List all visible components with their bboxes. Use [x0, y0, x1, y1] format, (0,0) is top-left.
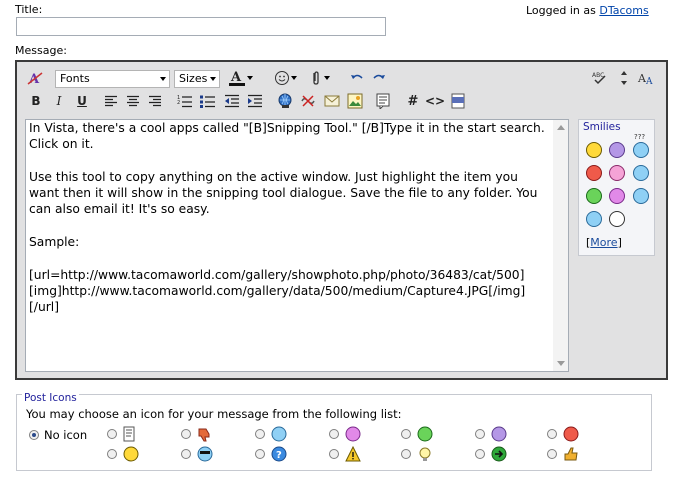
- smile-icon[interactable]: [586, 142, 602, 158]
- wrap-html-button[interactable]: <>: [425, 91, 445, 111]
- post-icon-smile-blue-icon: [271, 426, 287, 442]
- unordered-list-icon[interactable]: [198, 91, 218, 111]
- svg-text:A: A: [230, 70, 242, 85]
- quote-icon[interactable]: [373, 91, 393, 111]
- mad-icon[interactable]: [586, 165, 602, 181]
- post-icon-radio[interactable]: [401, 429, 411, 439]
- attachment-dropdown-icon[interactable]: [322, 68, 332, 88]
- outdent-icon[interactable]: [222, 91, 242, 111]
- post-icon-warning-icon: [345, 446, 361, 462]
- ordered-list-icon[interactable]: 12: [175, 91, 195, 111]
- message-text: In Vista, there's a cool apps called "[B…: [29, 121, 545, 315]
- post-icon-frown-icon: [491, 426, 507, 442]
- post-icon-thumbs-up-icon: [564, 447, 578, 461]
- message-editor: A Fonts Sizes A ABC AA B I U: [15, 60, 668, 380]
- smilie-dropdown-icon[interactable]: [289, 68, 299, 88]
- post-icon-radio[interactable]: [107, 429, 117, 439]
- align-left-icon[interactable]: [101, 91, 121, 111]
- post-icon-radio-none[interactable]: [29, 430, 39, 440]
- insert-email-icon[interactable]: [322, 91, 342, 111]
- align-center-icon[interactable]: [123, 91, 143, 111]
- post-icon-question-icon: ?: [271, 446, 287, 462]
- post-icon-lightbulb-icon: [419, 447, 431, 461]
- svg-text:A: A: [645, 77, 653, 86]
- cool-icon[interactable]: [633, 165, 649, 181]
- question-marks: ???: [634, 133, 646, 141]
- post-icon-smile-icon: [123, 446, 139, 462]
- logged-in-prefix: Logged in as: [526, 4, 596, 17]
- post-icon-radio[interactable]: [475, 429, 485, 439]
- post-icon-radio[interactable]: [181, 429, 191, 439]
- svg-text:?: ?: [276, 450, 282, 461]
- text-color-dropdown-icon[interactable]: [245, 68, 255, 88]
- indent-icon[interactable]: [245, 91, 265, 111]
- spellcheck-icon[interactable]: ABC: [590, 68, 610, 88]
- redo-icon[interactable]: [369, 68, 389, 88]
- remove-link-icon[interactable]: [298, 91, 318, 111]
- more-bracket-close: ]: [617, 236, 622, 249]
- text-color-icon[interactable]: A: [227, 68, 247, 88]
- remove-format-icon[interactable]: A: [25, 68, 45, 88]
- post-icon-radio[interactable]: [329, 449, 339, 459]
- size-select[interactable]: Sizes: [174, 70, 220, 88]
- post-icon-radio[interactable]: [255, 429, 265, 439]
- message-textarea[interactable]: In Vista, there's a cool apps called "[B…: [25, 119, 569, 372]
- sunglasses-icon[interactable]: [586, 211, 602, 227]
- resize-editor-icon[interactable]: [614, 68, 634, 88]
- title-input[interactable]: [16, 17, 386, 36]
- post-icons-description: You may choose an icon for your message …: [26, 407, 402, 421]
- post-icon-thumbs-down-icon: [198, 428, 210, 442]
- embarrassed-icon[interactable]: [609, 165, 625, 181]
- post-icon-radio[interactable]: [329, 429, 339, 439]
- scroll-down-icon[interactable]: [557, 361, 565, 366]
- svg-text:2: 2: [177, 100, 180, 106]
- post-icon-radio[interactable]: [181, 449, 191, 459]
- insert-link-icon[interactable]: [275, 91, 295, 111]
- wrap-code-button[interactable]: #: [403, 91, 423, 111]
- grin-icon[interactable]: [586, 188, 602, 204]
- more-smilies-link[interactable]: More: [590, 236, 617, 249]
- frown-icon[interactable]: [609, 142, 625, 158]
- post-icon-radio[interactable]: [547, 449, 557, 459]
- post-icon-radio[interactable]: [107, 449, 117, 459]
- scroll-up-icon[interactable]: [557, 125, 565, 130]
- switch-editor-mode-icon[interactable]: AA: [636, 68, 656, 88]
- undo-icon[interactable]: [347, 68, 367, 88]
- font-select[interactable]: Fonts: [55, 70, 170, 88]
- align-right-icon[interactable]: [145, 91, 165, 111]
- post-icons-legend: Post Icons: [22, 392, 79, 404]
- post-icon-grin-icon: [417, 426, 433, 442]
- logged-in-status: Logged in as DTacoms: [526, 4, 649, 17]
- post-icons-fieldset: Post Icons You may choose an icon for yo…: [16, 392, 652, 471]
- insert-image-icon[interactable]: [345, 91, 365, 111]
- eek-icon[interactable]: [609, 211, 625, 227]
- post-icon-arrow-icon: [491, 446, 507, 462]
- post-icon-pink-smile-icon: [345, 426, 361, 442]
- textarea-scrollbar[interactable]: [553, 120, 568, 371]
- smilies-heading: Smilies: [583, 121, 621, 133]
- wink-icon[interactable]: [633, 188, 649, 204]
- underline-button[interactable]: U: [72, 91, 92, 111]
- no-icon-label: No icon: [44, 428, 88, 442]
- post-icon-mad-icon: [563, 426, 579, 442]
- post-icon-document-icon: [123, 426, 135, 442]
- message-label: Message:: [15, 44, 67, 57]
- post-icon-radio[interactable]: [255, 449, 265, 459]
- username-link[interactable]: DTacoms: [599, 4, 648, 17]
- bold-button[interactable]: B: [26, 91, 46, 111]
- smilies-panel: Smilies ??? [More]: [578, 119, 655, 256]
- font-select-value: Fonts: [60, 72, 90, 85]
- post-icon-radio[interactable]: [547, 429, 557, 439]
- biggrin-icon[interactable]: [609, 188, 625, 204]
- post-icon-radio[interactable]: [401, 449, 411, 459]
- wrap-php-icon[interactable]: [448, 91, 468, 111]
- confused-icon[interactable]: [633, 142, 649, 158]
- italic-button[interactable]: I: [49, 91, 69, 111]
- post-icon-sunglasses-icon: [197, 446, 213, 462]
- title-label: Title:: [15, 3, 43, 16]
- size-select-value: Sizes: [179, 72, 208, 85]
- post-icon-radio[interactable]: [475, 449, 485, 459]
- more-smilies: [More]: [586, 236, 622, 249]
